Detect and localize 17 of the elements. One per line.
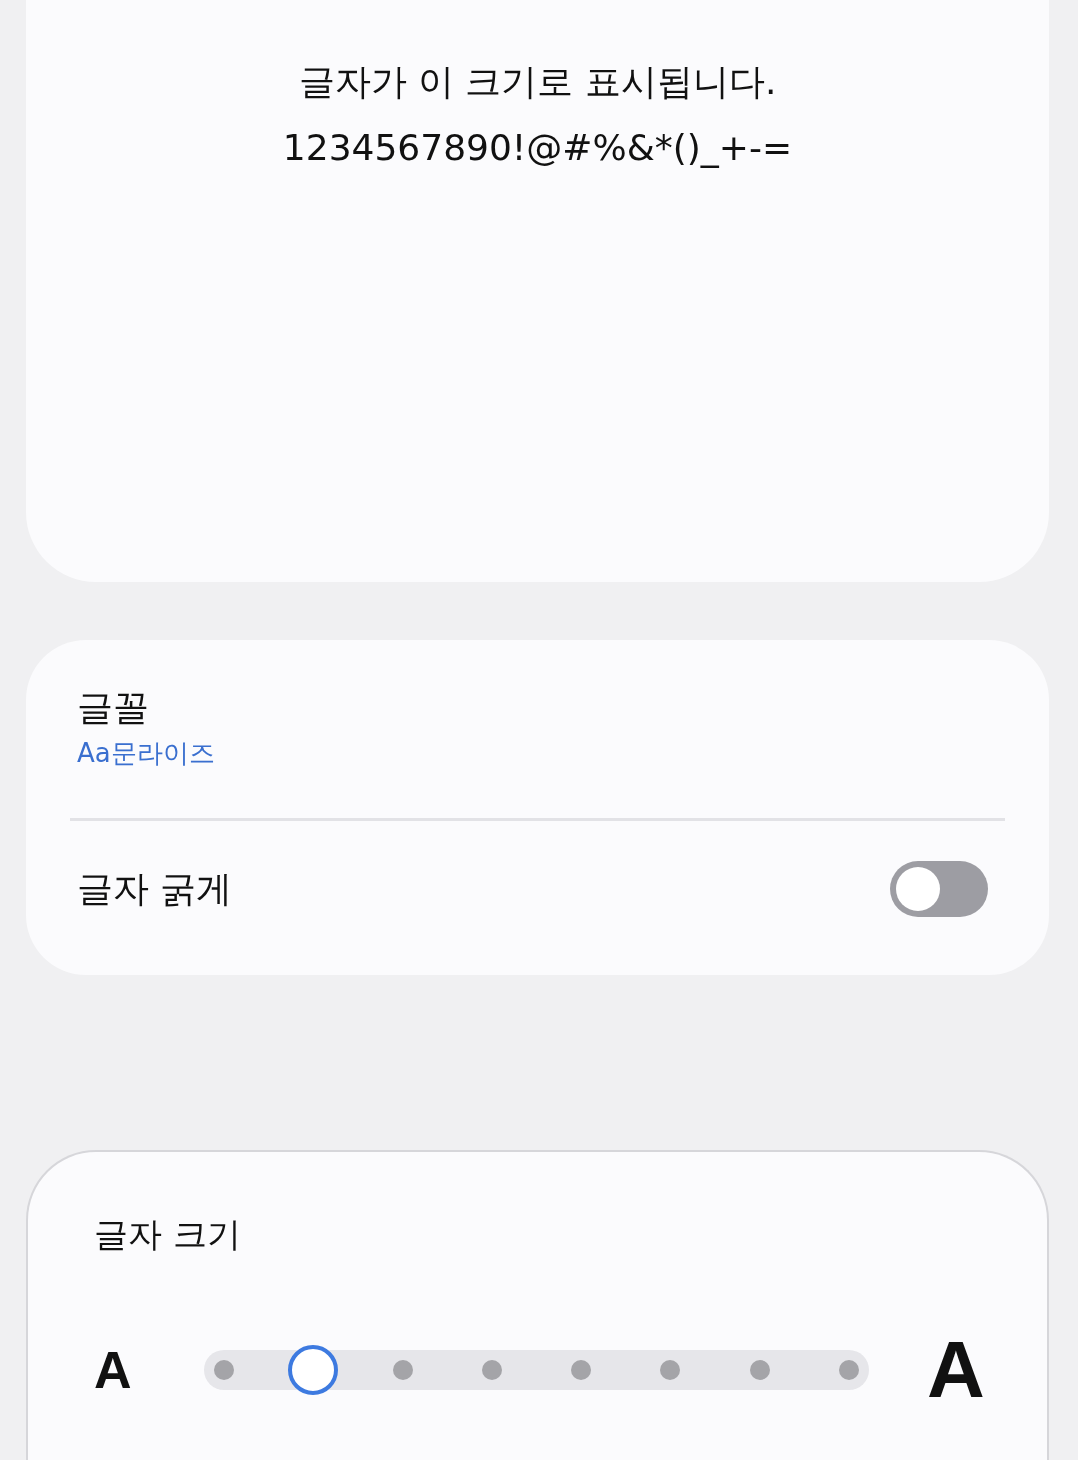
slider-step-dot [481,1360,502,1380]
bold-label: 글자 굵게 [77,866,233,911]
large-size-label: A [927,1324,985,1416]
slider-step-dot [660,1360,681,1380]
preview-text: 글자가 이 크기로 표시됩니다. [298,60,777,104]
slider-step-dot [749,1360,770,1380]
font-title[interactable]: 글꼴 [77,686,149,730]
preview-text: 1234567890!@#%&*()_+-= [282,126,793,170]
slider-step-dot [839,1360,859,1380]
font-value: Aa문라이즈 [77,737,215,770]
slider-step-dot [214,1360,234,1380]
font-size-title: 글자 크기 [94,1213,242,1256]
slider-step-dot [392,1360,413,1380]
bold-toggle[interactable] [890,861,988,917]
small-size-label: A [94,1340,133,1400]
slider-step-dot [571,1360,592,1380]
slider-thumb[interactable] [288,1345,339,1395]
